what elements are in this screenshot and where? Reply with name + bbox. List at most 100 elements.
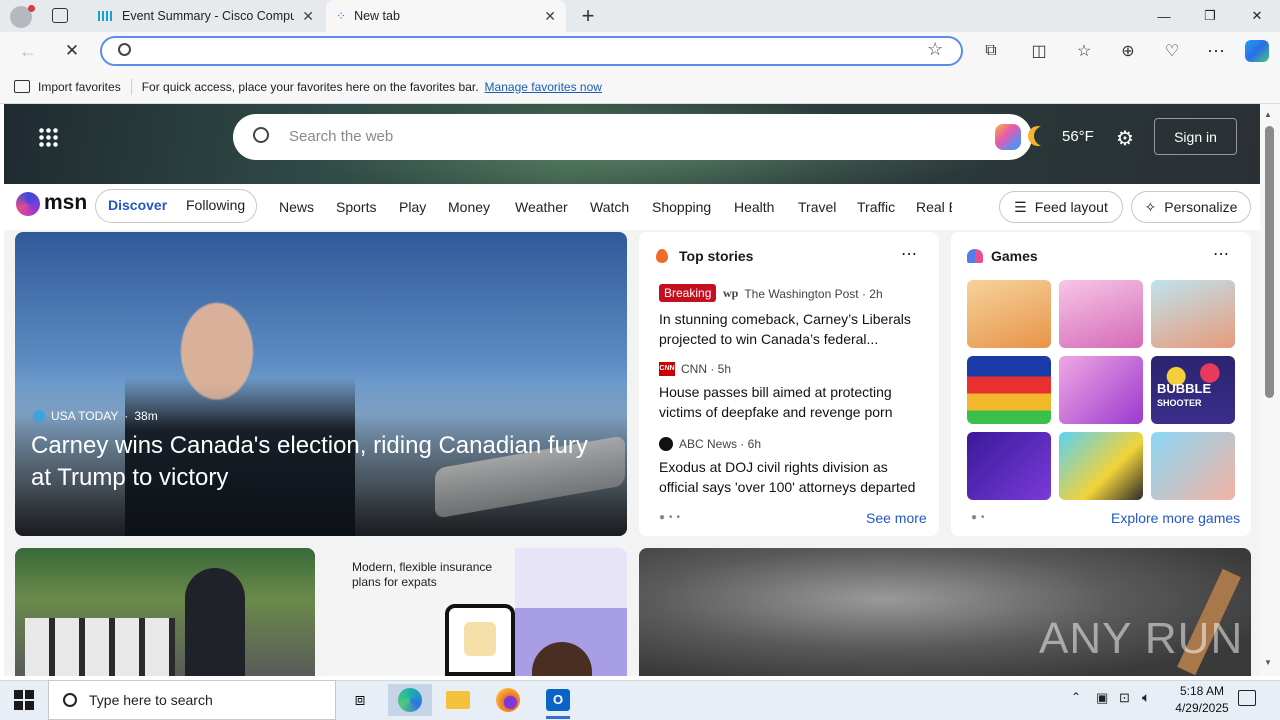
folder-icon (446, 691, 470, 709)
task-view-icon[interactable]: ⧈ (338, 684, 382, 716)
stop-loading-icon[interactable]: ✕ (56, 36, 88, 66)
close-tab-icon[interactable]: ✕ (302, 8, 314, 25)
nav-money[interactable]: Money (448, 196, 490, 218)
close-tab-icon[interactable]: ✕ (544, 8, 556, 25)
game-tile-bubble-shooter[interactable]: BUBBLE SHOOTER (1151, 356, 1235, 424)
browser-essentials-icon[interactable]: ♡ (1156, 36, 1188, 66)
abc-logo-icon (659, 437, 673, 451)
taskbar-search-box[interactable]: Type here to search (48, 680, 336, 720)
apps-launcher-icon[interactable] (38, 127, 58, 147)
nav-play[interactable]: Play (399, 196, 426, 218)
ad-card[interactable]: Modern, flexible insurance plans for exp… (327, 548, 627, 676)
nav-news[interactable]: News (279, 196, 314, 218)
copilot-search-icon[interactable] (995, 124, 1021, 150)
nav-shopping[interactable]: Shopping (652, 196, 711, 218)
hero-story-card[interactable]: USA TODAY · 38m Carney wins Canada's ele… (15, 232, 627, 536)
nav-watch[interactable]: Watch (590, 196, 629, 218)
import-favorites-button[interactable]: Import favorites (38, 80, 121, 94)
game-tile-dressup[interactable] (1059, 280, 1143, 348)
more-options-icon[interactable]: ⋯ (901, 244, 917, 264)
notifications-icon[interactable] (1238, 690, 1256, 706)
show-hidden-icons-icon[interactable]: ⌃ (1071, 690, 1081, 704)
explore-more-games-link[interactable]: Explore more games (1111, 510, 1240, 526)
story-title[interactable]: House passes bill aimed at protecting vi… (659, 382, 919, 422)
game-tile-nail[interactable] (1151, 432, 1235, 500)
nav-travel[interactable]: Travel (798, 196, 836, 218)
tab-cisco[interactable]: Event Summary - Cisco Compute ✕ (88, 0, 324, 32)
nav-weather[interactable]: Weather (515, 196, 568, 218)
tab-discover[interactable]: Discover (108, 197, 167, 213)
feed-layout-button[interactable]: ☰ Feed layout (999, 191, 1123, 223)
volume-icon[interactable]: 🔈︎ (1142, 689, 1150, 706)
search-input[interactable]: Search the web (289, 128, 393, 145)
network-icon[interactable]: ⊡ (1119, 690, 1130, 706)
back-icon[interactable]: ← (12, 36, 44, 66)
device-icon[interactable]: ▣ (1096, 690, 1108, 706)
scroll-thumb[interactable] (1265, 126, 1274, 398)
tab-following[interactable]: Following (186, 197, 245, 213)
pager-dots[interactable]: ●• (971, 512, 989, 523)
cnn-logo-icon: CNN (659, 362, 675, 376)
story-card-protest[interactable] (15, 548, 315, 676)
new-tab-button[interactable]: + (576, 2, 600, 30)
address-bar[interactable]: ☆ (100, 36, 963, 66)
story-card-smoke[interactable]: ANY RUN (639, 548, 1251, 676)
game-tile-rocket[interactable] (967, 432, 1051, 500)
breaking-badge: Breaking (659, 284, 717, 302)
games-people-icon (967, 249, 983, 263)
msn-logo-text[interactable]: msn (44, 191, 87, 215)
more-menu-icon[interactable]: ⋯ (1200, 36, 1232, 66)
more-options-icon[interactable]: ⋯ (1213, 244, 1229, 264)
scroll-down-icon[interactable]: ▼ (1264, 658, 1272, 667)
hero-title[interactable]: Carney wins Canada's election, riding Ca… (31, 430, 611, 494)
minimize-button[interactable]: — (1141, 0, 1187, 32)
web-search-box[interactable]: Search the web (233, 114, 1032, 160)
loading-icon: ⁘ (336, 9, 347, 23)
story-source: ABC News · 6h (659, 437, 761, 451)
msn-logo-icon[interactable] (16, 192, 40, 216)
pager-dots[interactable]: ●•• (659, 512, 684, 523)
clock-time[interactable]: 5:18 AM (1172, 684, 1232, 698)
game-tile-cube[interactable] (1059, 432, 1143, 500)
weather-temperature[interactable]: 56°F (1062, 128, 1094, 145)
game-tile-makeup[interactable] (1059, 356, 1143, 424)
edge-taskbar-icon[interactable] (388, 684, 432, 716)
sign-in-button[interactable]: Sign in (1154, 118, 1237, 155)
story-title[interactable]: In stunning comeback, Carney’s Liberals … (659, 309, 919, 349)
games-card: Games ⋯ BUBBLE SHOOTER ●• Explore more ga… (951, 232, 1251, 536)
file-explorer-taskbar-icon[interactable] (436, 684, 480, 716)
see-more-link[interactable]: See more (866, 510, 927, 526)
restore-button[interactable]: ❐ (1187, 0, 1233, 32)
nav-real-estate[interactable]: Real E (916, 196, 952, 218)
favorites-icon[interactable]: ☆ (1068, 36, 1100, 66)
extensions-icon[interactable]: ⧉ (975, 36, 1007, 66)
settings-gear-icon[interactable]: ⚙ (1116, 126, 1134, 151)
story-title[interactable]: Exodus at DOJ civil rights division as o… (659, 457, 927, 497)
tab-actions-icon[interactable] (52, 8, 68, 23)
split-screen-icon[interactable]: ◫ (1023, 36, 1055, 66)
manage-favorites-link[interactable]: Manage favorites now (485, 80, 602, 94)
clock-date[interactable]: 4/29/2025 (1166, 701, 1238, 715)
nav-traffic[interactable]: Traffic (857, 196, 895, 218)
personalize-button[interactable]: ✧ Personalize (1131, 191, 1251, 223)
close-window-button[interactable]: ✕ (1234, 0, 1280, 32)
game-tile-cafe[interactable] (967, 280, 1051, 348)
anyrun-watermark: ANY RUN (1039, 614, 1244, 663)
outlook-taskbar-icon[interactable]: O (536, 684, 580, 716)
game-tile-block-puzzle[interactable] (967, 356, 1051, 424)
hero-age: 38m (134, 409, 158, 423)
games-header: Games (991, 248, 1038, 264)
game-tile-hospital[interactable] (1151, 280, 1235, 348)
nav-health[interactable]: Health (734, 196, 774, 218)
tab-new-tab[interactable]: ⁘ New tab ✕ (326, 0, 566, 32)
favorite-star-icon[interactable]: ☆ (927, 39, 943, 60)
nav-sports[interactable]: Sports (336, 196, 376, 218)
page-scrollbar[interactable]: ▲ ▼ (1260, 104, 1280, 676)
tab-label: Event Summary - Cisco Compute (122, 9, 295, 23)
ad-text: Modern, flexible insurance plans for exp… (352, 560, 493, 589)
collections-icon[interactable]: ⊕ (1112, 36, 1144, 66)
scroll-up-icon[interactable]: ▲ (1264, 110, 1272, 119)
firefox-taskbar-icon[interactable] (486, 684, 530, 716)
copilot-icon[interactable] (1245, 40, 1269, 62)
windows-start-icon[interactable] (14, 690, 34, 710)
